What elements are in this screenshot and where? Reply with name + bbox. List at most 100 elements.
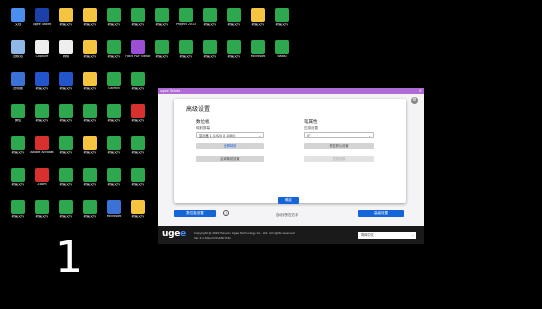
file-icon <box>11 200 25 214</box>
desktop-icon[interactable]: 新建文件 <box>124 168 152 192</box>
file-icon <box>227 8 241 22</box>
file-icon <box>131 40 145 54</box>
file-icon <box>107 8 121 22</box>
file-icon <box>35 8 49 22</box>
tablet-heading: 数位板 <box>196 120 210 125</box>
language-select[interactable]: 简体中文 ⌄ <box>358 232 416 239</box>
brand-bar: ugee Copyright @ 2020 Hanvon Ugee Techno… <box>158 226 424 244</box>
copyright-text: Copyright @ 2020 Hanvon Ugee Technology … <box>194 231 295 235</box>
desktop-icon-label: Baidu <box>277 55 287 58</box>
tablet-settings-button[interactable]: 数位板设置 <box>174 210 216 217</box>
file-icon <box>131 136 145 150</box>
screen-select[interactable]: 显示器 1 (1920 X 1080) ⌄ <box>196 132 264 138</box>
file-icon <box>203 8 217 22</box>
file-icon <box>11 168 25 182</box>
file-icon <box>227 40 241 54</box>
file-icon <box>155 8 169 22</box>
file-icon <box>83 200 97 214</box>
pressure-label: 压感设置 <box>304 126 318 130</box>
pressure-settings-button[interactable]: 压感设置 <box>304 156 374 162</box>
desktop-icon[interactable]: 新建文件 <box>268 8 296 32</box>
file-icon <box>107 200 121 214</box>
file-icon <box>59 136 73 150</box>
file-icon <box>131 72 145 86</box>
file-icon <box>131 8 145 22</box>
desktop-icon-label: 新建文件 <box>131 215 145 218</box>
window-body: ⚙ 高级设置 数位板 映射屏幕 显示器 1 (1920 X 1080) ⌄ 全屏… <box>158 94 424 244</box>
desktop-icon-label: 新建文件 <box>131 151 145 154</box>
file-icon <box>59 168 73 182</box>
area-map-button[interactable]: 区域映射设置 <box>196 156 264 162</box>
file-icon <box>107 40 121 54</box>
file-icon <box>203 40 217 54</box>
file-icon <box>35 104 49 118</box>
chevron-down-icon: ⌄ <box>368 134 371 138</box>
file-icon <box>35 136 49 150</box>
pen-heading: 笔属性 <box>304 120 318 125</box>
file-icon <box>83 8 97 22</box>
rotation-select-value: 0° <box>307 134 311 138</box>
file-icon <box>35 72 49 86</box>
advanced-settings-button[interactable]: 高级设置 <box>358 210 404 217</box>
desktop-icon[interactable]: 新建文件 <box>124 72 152 96</box>
desktop-icon[interactable]: Baidu <box>268 40 296 64</box>
map-screen-label: 映射屏幕 <box>196 126 210 130</box>
file-icon <box>83 72 97 86</box>
file-icon <box>11 40 25 54</box>
desktop-icon-label: 新建文件 <box>131 183 145 186</box>
footer-row: 数位板设置 ? 自动识别左右手 高级设置 <box>158 208 424 218</box>
file-icon <box>59 104 73 118</box>
gear-icon[interactable]: ⚙ <box>411 97 418 104</box>
logo-text: uge <box>162 229 181 239</box>
desktop-icon-label: 新建文件 <box>275 23 289 26</box>
file-icon <box>11 8 25 22</box>
file-icon <box>83 104 97 118</box>
file-icon <box>251 8 265 22</box>
panel-title: 高级设置 <box>186 106 211 113</box>
file-icon <box>179 8 193 22</box>
file-icon <box>131 200 145 214</box>
fullscreen-map-button[interactable]: 全屏映射 <box>196 143 264 149</box>
file-icon <box>179 40 193 54</box>
overlay-number: 1 <box>55 232 83 283</box>
advanced-settings-panel: 高级设置 数位板 映射屏幕 显示器 1 (1920 X 1080) ⌄ 全屏映射… <box>174 99 406 204</box>
ugee-logo: ugee <box>162 229 186 239</box>
file-icon <box>83 136 97 150</box>
version-text: Ver 4.1.0(build 0xb3b716) <box>194 236 231 240</box>
file-icon <box>275 8 289 22</box>
file-icon <box>11 104 25 118</box>
file-icon <box>155 40 169 54</box>
file-icon <box>107 136 121 150</box>
file-icon <box>107 168 121 182</box>
ok-button[interactable]: 确定 <box>278 197 299 204</box>
file-icon <box>11 72 25 86</box>
chevron-down-icon: ⌄ <box>258 134 261 138</box>
file-icon <box>131 104 145 118</box>
file-icon <box>35 168 49 182</box>
handedness-text: 自动识别左右手 <box>276 213 299 217</box>
help-icon[interactable]: ? <box>223 210 229 216</box>
file-icon <box>107 104 121 118</box>
settings-window: ugee Tablet × ⚙ 高级设置 数位板 映射屏幕 显示器 1 (192… <box>158 88 424 244</box>
file-icon <box>59 200 73 214</box>
file-icon <box>251 40 265 54</box>
desktop-icon[interactable]: 新建文件 <box>124 104 152 128</box>
restore-default-button[interactable]: 恢复默认设置 <box>304 143 374 149</box>
desktop-icon[interactable]: 新建文件 <box>124 136 152 160</box>
file-icon <box>83 40 97 54</box>
file-icon <box>83 168 97 182</box>
file-icon <box>59 40 73 54</box>
desktop-icon-label: 新建文件 <box>131 87 145 90</box>
file-icon <box>275 40 289 54</box>
file-icon <box>35 40 49 54</box>
desktop-icon-label: 新建文件 <box>131 119 145 122</box>
file-icon <box>35 200 49 214</box>
logo-accent: e <box>180 229 186 239</box>
file-icon <box>11 136 25 150</box>
file-icon <box>131 168 145 182</box>
screen-select-value: 显示器 1 (1920 X 1080) <box>199 134 236 138</box>
rotation-select[interactable]: 0° ⌄ <box>304 132 374 138</box>
file-icon <box>59 8 73 22</box>
desktop-icon[interactable]: 新建文件 <box>124 200 152 224</box>
file-icon <box>59 72 73 86</box>
